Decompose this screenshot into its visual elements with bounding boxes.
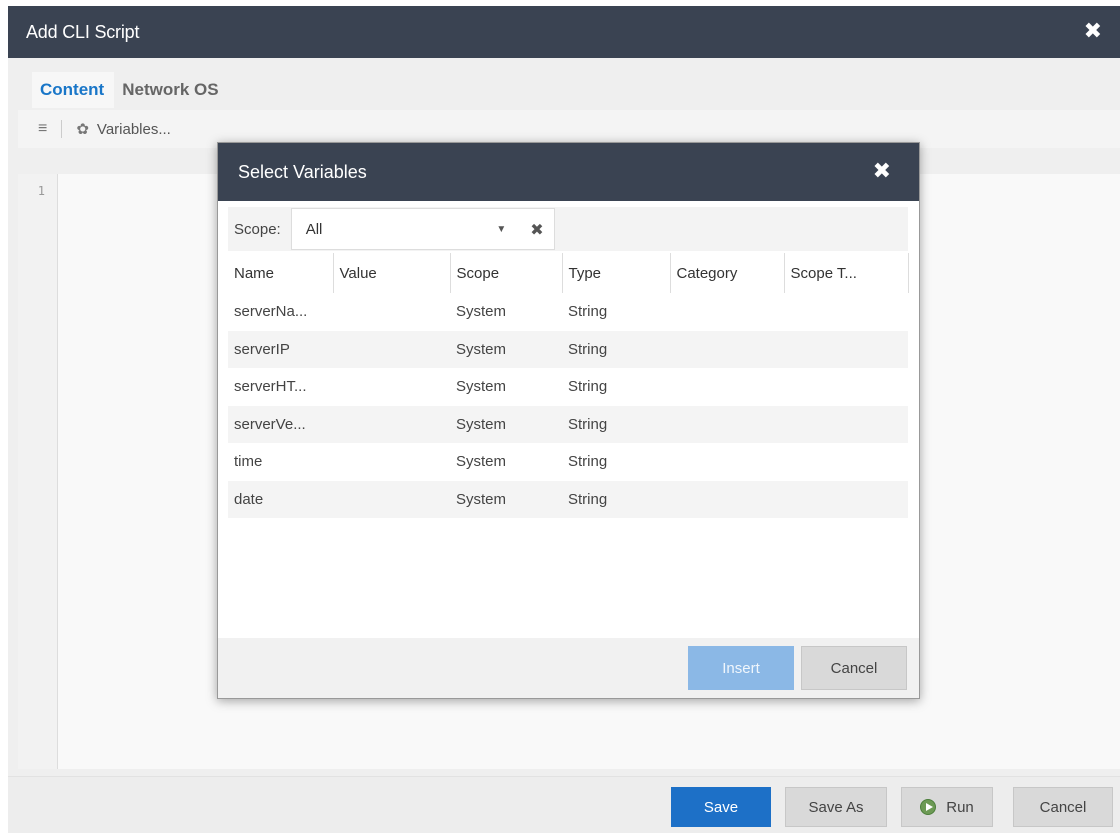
cell-category <box>670 480 784 518</box>
cell-scope: System <box>450 330 562 368</box>
window-footer: Save Save As Run Cancel <box>8 776 1120 833</box>
cell-name: serverNa... <box>234 303 308 321</box>
cell-type: String <box>562 480 670 518</box>
column-header-scope-type[interactable]: Scope T... <box>784 253 909 293</box>
table-row[interactable]: date System String <box>228 480 908 518</box>
insert-button[interactable]: Insert <box>688 646 794 690</box>
scope-value: All <box>305 220 323 238</box>
cell-name: serverVe... <box>228 405 333 443</box>
cell-scope: System <box>456 453 507 471</box>
cell-category <box>670 443 784 481</box>
cell-category <box>670 293 784 331</box>
cell-type: String <box>562 330 670 368</box>
gear-icon: ✿ <box>76 121 89 138</box>
cell-name: date <box>228 480 333 518</box>
cell-type: String <box>568 303 608 321</box>
toolbar-divider <box>61 120 63 138</box>
cell-scope-type <box>784 405 908 443</box>
tab-network-os[interactable]: Network OS <box>114 72 228 108</box>
window-titlebar: Add CLI Script ✖ <box>8 6 1120 58</box>
dialog-footer: Insert Cancel <box>218 638 919 698</box>
line-number-gutter: 1 <box>18 174 58 769</box>
variables-button[interactable]: ✿ Variables... <box>76 120 171 139</box>
dialog-titlebar: Select Variables ✖ <box>218 143 919 201</box>
cell-scope-type <box>784 368 908 406</box>
cell-value <box>333 443 450 481</box>
cell-value <box>333 405 450 443</box>
cell-value <box>333 480 450 518</box>
table-row[interactable]: serverHT... System String <box>228 368 908 406</box>
line-number: 1 <box>37 184 45 198</box>
table-row[interactable]: serverNa... System String <box>228 293 908 331</box>
chevron-down-icon[interactable]: ▼ <box>496 224 506 235</box>
cell-value <box>333 368 450 406</box>
cancel-button[interactable]: Cancel <box>1013 787 1113 827</box>
dialog-body: Scope: All ▼ ✖ Name Value Scope Type Cat… <box>218 201 919 638</box>
column-header-scope[interactable]: Scope <box>450 253 563 293</box>
cell-category <box>670 405 784 443</box>
tab-bar: Content Network OS <box>8 66 1120 108</box>
cell-type: String <box>568 378 608 396</box>
cell-category <box>670 368 784 406</box>
table-row[interactable]: serverVe... System String <box>228 405 908 443</box>
cell-scope-type <box>784 293 908 331</box>
dialog-title: Select Variables <box>238 161 367 182</box>
column-header-name[interactable]: Name <box>228 253 334 293</box>
tab-content[interactable]: Content <box>32 72 115 108</box>
cell-type: String <box>568 453 608 471</box>
cell-scope-type <box>784 443 908 481</box>
line-numbers-icon[interactable]: ≡ <box>38 120 47 138</box>
dialog-close-icon[interactable]: ✖ <box>873 161 891 183</box>
cell-value <box>333 293 450 331</box>
cell-scope: System <box>450 405 562 443</box>
scope-dropdown[interactable]: All ▼ ✖ <box>290 208 555 250</box>
table-row[interactable]: time System String <box>228 443 908 481</box>
cell-name: serverIP <box>228 330 333 368</box>
select-variables-dialog: Select Variables ✖ Scope: All ▼ ✖ Name V… <box>217 142 920 699</box>
clear-icon[interactable]: ✖ <box>530 220 543 239</box>
cell-type: String <box>562 405 670 443</box>
save-as-button[interactable]: Save As <box>785 787 887 827</box>
save-button[interactable]: Save <box>671 787 771 827</box>
cell-scope: System <box>456 303 507 321</box>
window-title: Add CLI Script <box>26 21 140 42</box>
column-header-value[interactable]: Value <box>333 253 451 293</box>
cell-scope: System <box>450 480 562 518</box>
scope-filter-row: Scope: All ▼ ✖ <box>228 207 908 251</box>
cell-name: serverHT... <box>234 378 307 396</box>
run-icon <box>920 799 937 815</box>
run-label: Run <box>946 798 974 816</box>
table-row[interactable]: serverIP System String <box>228 330 908 368</box>
column-header-category[interactable]: Category <box>670 253 785 293</box>
column-header-type[interactable]: Type <box>562 253 671 293</box>
cell-scope-type <box>784 480 908 518</box>
dialog-cancel-button[interactable]: Cancel <box>801 646 907 690</box>
cell-name: time <box>234 453 263 471</box>
cell-category <box>670 330 784 368</box>
scope-label: Scope: <box>234 220 281 238</box>
run-button[interactable]: Run <box>901 787 993 827</box>
table-header-row: Name Value Scope Type Category Scope T..… <box>228 253 909 293</box>
cell-value <box>333 330 450 368</box>
variables-label: Variables... <box>96 120 171 138</box>
variables-table: Name Value Scope Type Category Scope T..… <box>228 253 909 518</box>
cell-scope-type <box>784 330 908 368</box>
cell-scope: System <box>456 378 507 396</box>
window-close-icon[interactable]: ✖ <box>1084 21 1102 43</box>
